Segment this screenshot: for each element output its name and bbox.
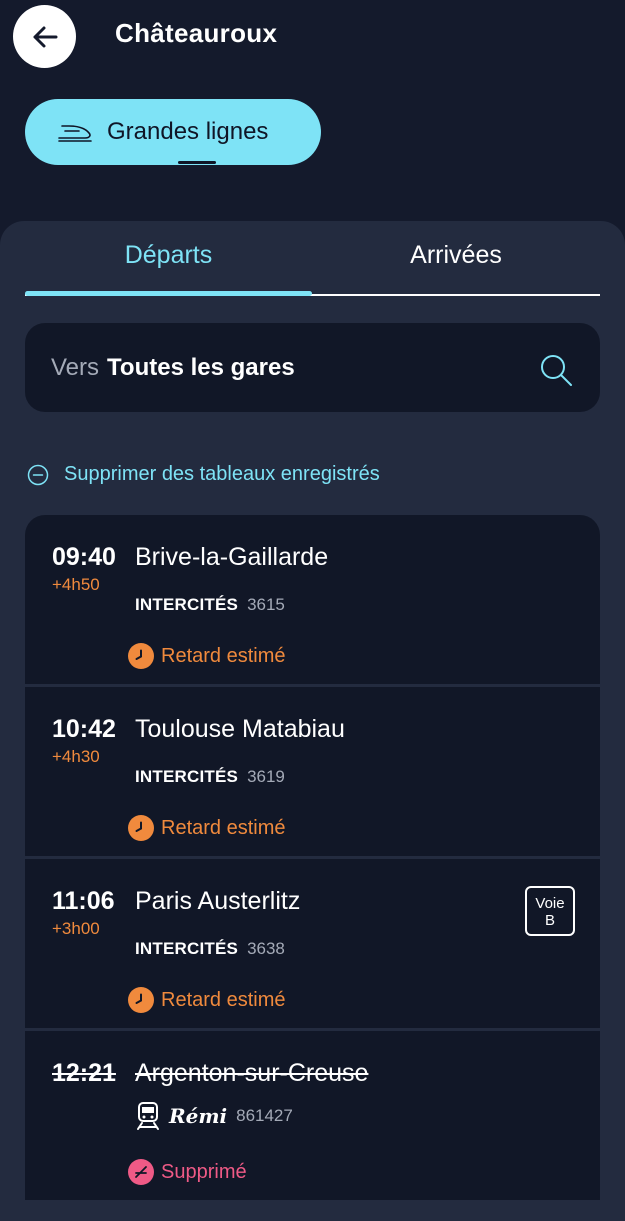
- search-icon[interactable]: [538, 352, 574, 388]
- tab-bar: Départs Arrivées: [25, 221, 600, 297]
- tab-departures[interactable]: Départs: [25, 241, 312, 270]
- platform-badge: Voie B: [525, 886, 575, 936]
- delay-label: +3h00: [52, 919, 100, 938]
- train-brand: INTERCITÉS: [135, 767, 239, 786]
- platform-label: Voie: [535, 895, 565, 912]
- train-brand: INTERCITÉS: [135, 939, 239, 958]
- clock-icon: [128, 643, 154, 669]
- search-value: Toutes les gares: [107, 353, 295, 381]
- search-prefix: Vers: [51, 353, 100, 381]
- status-badge: Retard estimé: [128, 643, 286, 669]
- destination: Paris Austerlitz: [135, 887, 301, 915]
- active-tab-indicator: [25, 291, 312, 296]
- train-number: 861427: [236, 1106, 293, 1125]
- train-icon: [58, 125, 92, 142]
- departure-time: 10:42: [52, 715, 116, 743]
- platform-value: B: [544, 912, 555, 929]
- arrow-left-icon: [33, 26, 57, 47]
- train-number: 3638: [247, 939, 285, 958]
- destination: Brive-la-Gaillarde: [135, 543, 329, 571]
- train-number: 3615: [247, 595, 285, 614]
- train-info: INTERCITÉS 3619: [135, 767, 285, 787]
- train-type-filter[interactable]: Grandes lignes: [25, 99, 321, 165]
- train-brand: INTERCITÉS: [135, 595, 239, 614]
- board-panel: Départs Arrivées Vers Toutes les gares S…: [0, 221, 625, 1221]
- delay-label: +4h30: [52, 747, 100, 766]
- destination: Toulouse Matabiau: [135, 715, 345, 743]
- filter-indicator: [178, 161, 216, 164]
- remove-saved-label: Supprimer des tableaux enregistrés: [64, 463, 380, 485]
- status-text: Retard estimé: [161, 816, 286, 839]
- train-brand: Rémi: [169, 1104, 228, 1128]
- status-badge: Retard estimé: [128, 987, 286, 1013]
- page-title: Châteauroux: [115, 18, 278, 48]
- departure-time: 11:06: [52, 887, 115, 915]
- destination-search[interactable]: Vers Toutes les gares: [25, 323, 600, 412]
- back-button[interactable]: [13, 5, 76, 68]
- status-text: Supprimé: [161, 1160, 247, 1183]
- remove-saved-boards-link[interactable]: Supprimer des tableaux enregistrés: [27, 463, 380, 486]
- departure-time: 09:40: [52, 543, 116, 571]
- train-info: Rémi 861427: [135, 1101, 293, 1131]
- train-number: 3619: [247, 767, 285, 786]
- regional-train-icon: [137, 1102, 159, 1130]
- delay-label: +4h50: [52, 575, 100, 594]
- departure-row[interactable]: 11:06 +3h00 Paris Austerlitz INTERCITÉS …: [25, 859, 600, 1028]
- tab-arrivals[interactable]: Arrivées: [312, 241, 600, 270]
- minus-circle-icon: [27, 464, 49, 485]
- cancelled-icon: [128, 1159, 154, 1185]
- clock-icon: [128, 815, 154, 841]
- destination: Argenton-sur-Creuse: [135, 1059, 369, 1087]
- status-badge: Retard estimé: [128, 815, 286, 841]
- departure-row[interactable]: 09:40 +4h50 Brive-la-Gaillarde INTERCITÉ…: [25, 515, 600, 684]
- status-badge: Supprimé: [128, 1159, 247, 1185]
- departure-time: 12:21: [52, 1059, 116, 1087]
- status-text: Retard estimé: [161, 644, 286, 667]
- status-text: Retard estimé: [161, 988, 286, 1011]
- departure-row[interactable]: 10:42 +4h30 Toulouse Matabiau INTERCITÉS…: [25, 687, 600, 856]
- train-info: INTERCITÉS 3615: [135, 595, 285, 615]
- train-info: INTERCITÉS 3638: [135, 939, 285, 959]
- clock-icon: [128, 987, 154, 1013]
- filter-label: Grandes lignes: [107, 118, 269, 145]
- departure-row[interactable]: 12:21 Argenton-sur-Creuse Rémi 861427 Su…: [25, 1031, 600, 1200]
